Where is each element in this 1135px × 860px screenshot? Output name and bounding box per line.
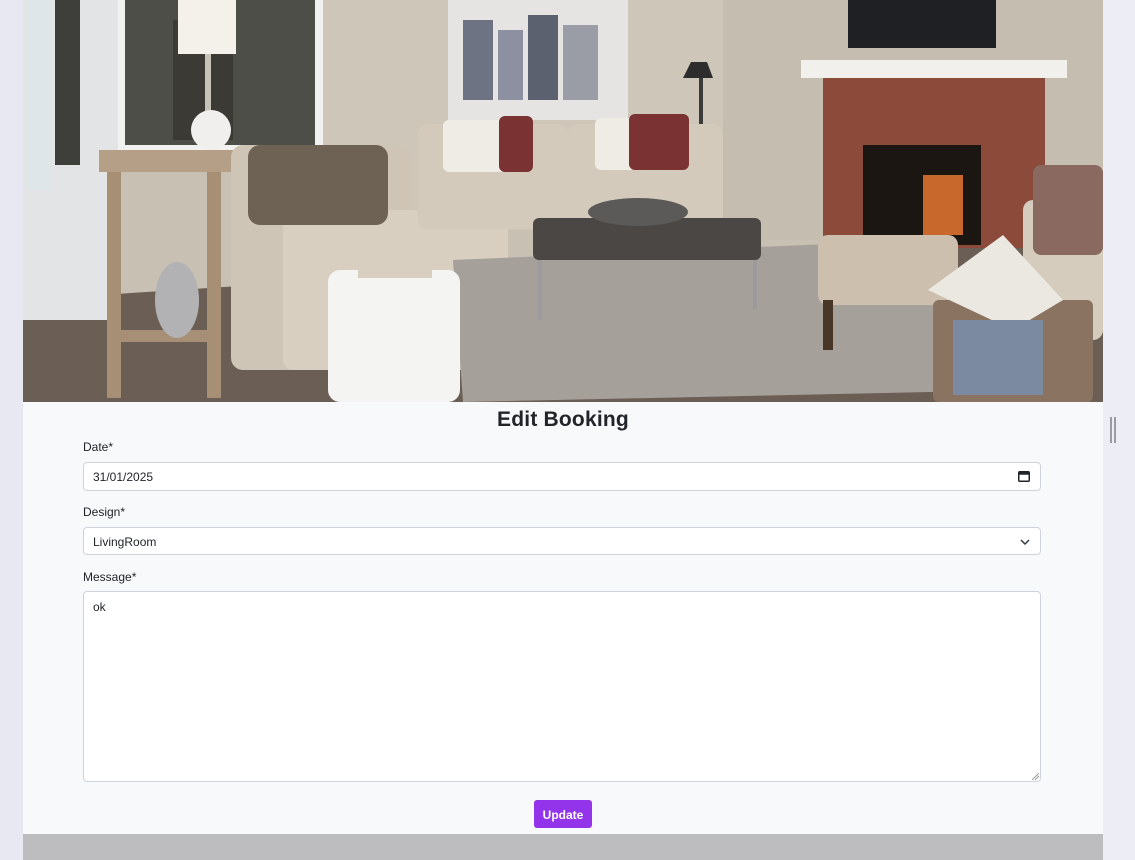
right-gutter bbox=[1103, 0, 1135, 860]
date-value: 31/01/2025 bbox=[93, 470, 154, 484]
page: Edit Booking Date* 31/01/2025 Design* Li… bbox=[0, 0, 1135, 860]
resize-handle-icon[interactable] bbox=[1032, 773, 1039, 780]
design-value: LivingRoom bbox=[93, 535, 157, 549]
chevron-down-icon bbox=[1020, 539, 1030, 546]
calendar-icon[interactable] bbox=[1018, 470, 1030, 482]
footer-bar bbox=[23, 834, 1103, 860]
booking-card: Edit Booking Date* 31/01/2025 Design* Li… bbox=[23, 0, 1103, 860]
update-button[interactable]: Update bbox=[534, 800, 592, 828]
message-label: Message* bbox=[83, 570, 137, 584]
hero-image bbox=[23, 0, 1103, 402]
date-input[interactable]: 31/01/2025 bbox=[83, 462, 1041, 491]
message-value: ok bbox=[93, 600, 106, 614]
design-select[interactable]: LivingRoom bbox=[83, 527, 1041, 555]
message-textarea[interactable]: ok bbox=[83, 591, 1041, 782]
splitter-handle-icon[interactable] bbox=[1109, 417, 1117, 443]
page-title: Edit Booking bbox=[497, 408, 629, 431]
date-label: Date* bbox=[83, 440, 114, 454]
design-label: Design* bbox=[83, 505, 126, 519]
